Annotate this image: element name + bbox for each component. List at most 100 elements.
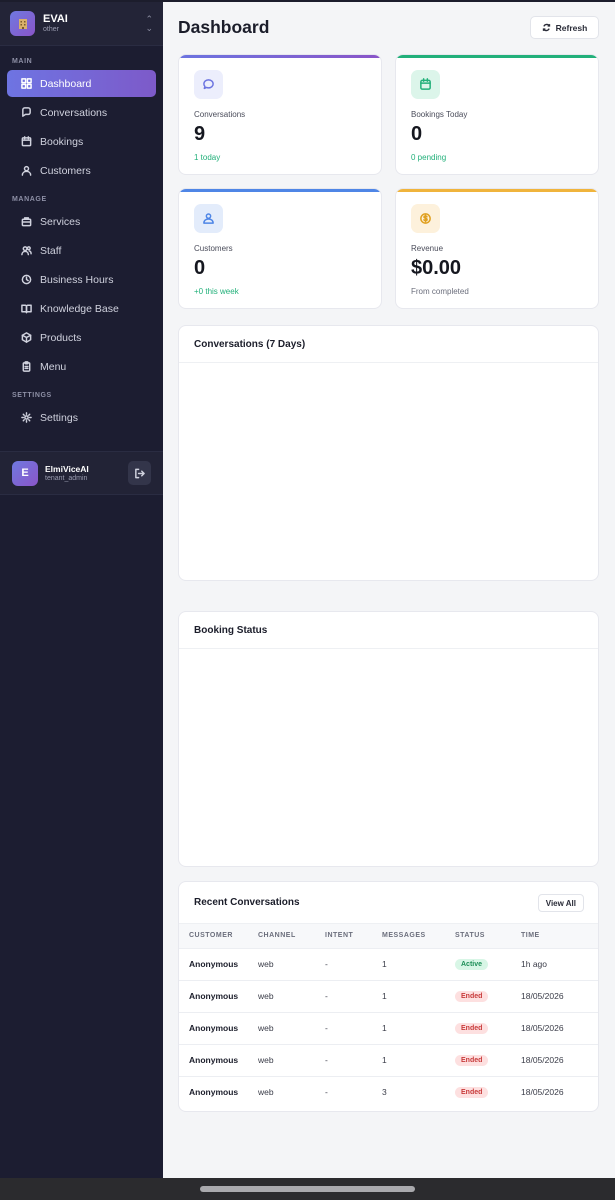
sidebar-item-label: Products (40, 331, 82, 344)
chat-icon (20, 106, 33, 119)
sidebar-item-dashboard[interactable]: Dashboard (7, 70, 156, 97)
user-role: tenant_admin (45, 474, 88, 482)
dollar-icon (411, 204, 440, 233)
building-icon (10, 11, 35, 36)
sidebar-item-services[interactable]: Services (7, 208, 156, 235)
refresh-icon (542, 23, 550, 32)
sidebar-item-label: Business Hours (40, 273, 114, 286)
logout-button[interactable] (128, 461, 151, 485)
cell-intent: - (325, 1087, 328, 1098)
sidebar-item-label: Staff (40, 244, 62, 257)
panel-title: Conversations (7 Days) (179, 326, 598, 363)
stat-sub: 0 pending (411, 153, 447, 162)
column-header-time: TIME (521, 924, 598, 949)
book-icon (20, 302, 33, 315)
panel-title: Booking Status (179, 612, 598, 649)
booking-status-panel: Booking Status (178, 611, 599, 867)
sidebar-item-business-hours[interactable]: Business Hours (7, 266, 156, 293)
stat-card-bookings-today[interactable]: Bookings Today 0 0 pending (395, 54, 599, 175)
cell-status: Ended (455, 980, 521, 1013)
status-badge: Active (455, 959, 489, 970)
status-badge: Ended (455, 991, 489, 1002)
cell-channel: web (258, 1012, 325, 1045)
sidebar-item-customers[interactable]: Customers (7, 157, 156, 184)
cell-intent: - (325, 1012, 382, 1045)
stat-label: Conversations (194, 110, 246, 119)
stat-card-conversations[interactable]: Conversations 9 1 today (178, 54, 382, 175)
cell-channel: web (258, 1044, 325, 1077)
sidebar-item-label: Conversations (40, 106, 108, 119)
status-badge: Ended (455, 1087, 489, 1099)
logout-icon (135, 468, 145, 478)
sidebar-item-label: Services (40, 215, 81, 228)
clock-icon (20, 273, 33, 286)
stat-sub: From completed (411, 287, 469, 296)
refresh-button[interactable]: Refresh (530, 16, 599, 39)
conversations-table: CUSTOMER CHANNEL INTENT MESSAGES STATUS … (179, 924, 598, 1108)
cell-intent: - (325, 1044, 382, 1077)
home-indicator[interactable] (200, 1186, 415, 1192)
table-row[interactable]: Anonymous web - 1 Active 1h ago (179, 948, 598, 981)
section-title-settings: SETTINGS (12, 392, 52, 399)
briefcase-icon (20, 215, 33, 228)
box-icon (20, 331, 33, 344)
column-header-status: STATUS (455, 924, 521, 949)
stat-label: Revenue (411, 244, 444, 253)
user-profile: E ElmiViceAI tenant_admin (0, 451, 163, 495)
cell-messages: 1 (382, 1012, 455, 1045)
sidebar-item-menu[interactable]: Menu (7, 353, 156, 380)
cell-time: 1h ago (521, 948, 598, 981)
user-icon (194, 204, 223, 233)
tenant-switcher[interactable]: EVAI other ⌃ ⌄ (0, 2, 163, 46)
chevron-updown-icon: ⌃ ⌄ (145, 13, 153, 33)
cell-messages: 1 (382, 948, 455, 981)
cell-messages: 1 (382, 1044, 455, 1077)
stat-value: 0 (411, 123, 423, 145)
sidebar-item-conversations[interactable]: Conversations (7, 99, 156, 126)
cell-time: 18/05/2026 (521, 980, 598, 1013)
accent-bar (396, 55, 598, 58)
cell-customer: Anonymous (189, 1087, 239, 1098)
cell-time: 18/05/2026 (521, 1044, 598, 1077)
cell-time: 18/05/2026 (521, 1087, 564, 1098)
status-badge: Ended (455, 1055, 489, 1066)
stat-label: Customers (194, 244, 233, 253)
panel-title: Recent Conversations (179, 882, 598, 924)
calendar-icon (411, 70, 440, 99)
cell-status: Ended (455, 1044, 521, 1077)
table-row[interactable]: Anonymous web - 3 Ended 18/05/2026 (179, 1076, 598, 1108)
table-row[interactable]: Anonymous web - 1 Ended 18/05/2026 (179, 980, 598, 1013)
avatar[interactable]: E (12, 460, 38, 486)
users-icon (20, 244, 33, 257)
brand-subtitle: other (43, 26, 59, 33)
stat-sub: 1 today (194, 153, 221, 162)
stat-value: $0.00 (411, 257, 462, 279)
sidebar-item-knowledge-base[interactable]: Knowledge Base (7, 295, 156, 322)
sidebar-item-staff[interactable]: Staff (7, 237, 156, 264)
cell-channel: web (258, 980, 325, 1013)
stat-value: 0 (194, 257, 206, 279)
brand-name: EVAI (43, 13, 68, 25)
stat-label: Bookings Today (411, 110, 468, 119)
page-title: Dashboard (178, 17, 270, 37)
stat-card-revenue[interactable]: Revenue $0.00 From completed (395, 188, 599, 309)
conversations-chart-panel: Conversations (7 Days) (178, 325, 599, 581)
refresh-label: Refresh (555, 22, 588, 33)
view-all-button[interactable]: View All (537, 894, 584, 912)
accent-bar (396, 189, 598, 192)
accent-bar (179, 55, 381, 58)
cell-messages: 1 (382, 980, 455, 1013)
sidebar-item-bookings[interactable]: Bookings (7, 128, 156, 155)
accent-bar (179, 189, 381, 192)
table-row[interactable]: Anonymous web - 1 Ended 18/05/2026 (179, 1012, 598, 1045)
sidebar-item-label: Menu (40, 360, 67, 373)
calendar-icon (20, 135, 33, 148)
table-row[interactable]: Anonymous web - 1 Ended 18/05/2026 (179, 1044, 598, 1077)
cell-status: Ended (455, 1012, 521, 1045)
sidebar-item-settings[interactable]: Settings (7, 404, 156, 431)
section-title-main: MAIN (12, 58, 33, 65)
user-name: ElmiViceAI (45, 463, 89, 474)
stat-card-customers[interactable]: Customers 0 +0 this week (178, 188, 382, 309)
cell-messages: 3 (382, 1087, 387, 1098)
sidebar-item-products[interactable]: Products (7, 324, 156, 351)
